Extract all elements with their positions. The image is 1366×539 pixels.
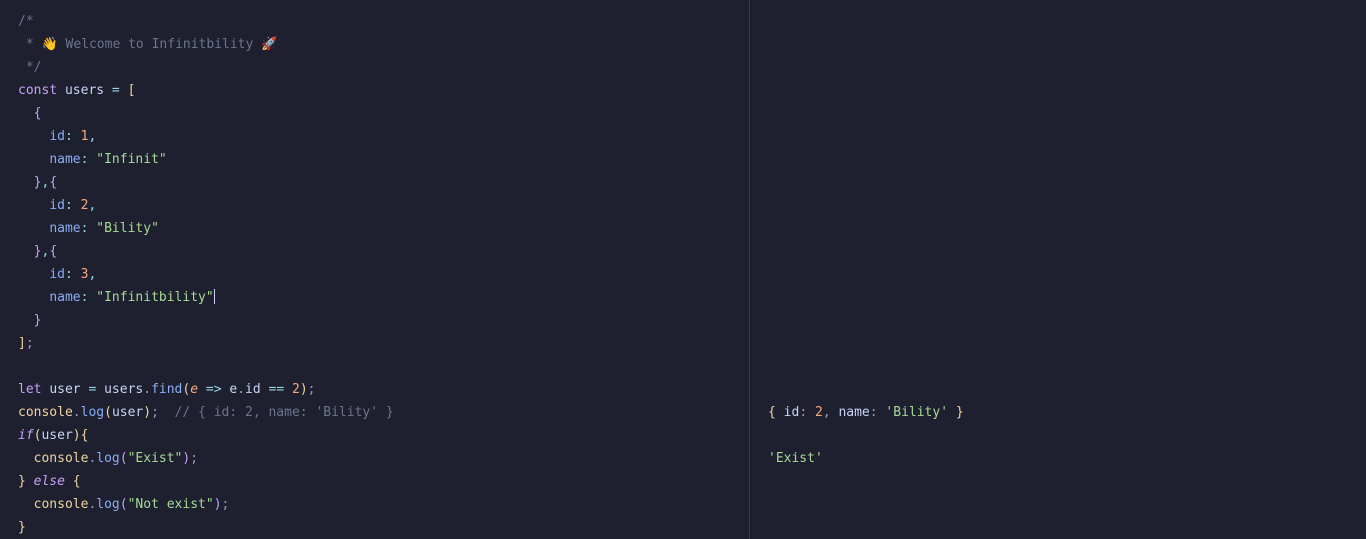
code-line: id: 1, xyxy=(18,125,749,148)
code-line: */ xyxy=(18,56,749,79)
code-line: * 👋 Welcome to Infinitbility 🚀 xyxy=(18,33,749,56)
code-line: } xyxy=(18,309,749,332)
code-line: if(user){ xyxy=(18,424,749,447)
code-line: name: "Infinit" xyxy=(18,148,749,171)
output-line xyxy=(768,332,1366,355)
code-line: },{ xyxy=(18,171,749,194)
output-line xyxy=(768,217,1366,240)
code-line: console.log(user); // { id: 2, name: 'Bi… xyxy=(18,401,749,424)
output-line xyxy=(768,148,1366,171)
output-line xyxy=(768,102,1366,125)
code-line: },{ xyxy=(18,240,749,263)
output-line xyxy=(768,355,1366,378)
code-line: let user = users.find(e => e.id == 2); xyxy=(18,378,749,401)
output-console-pane[interactable]: { id: 2, name: 'Bility' } 'Exist' xyxy=(750,0,1366,539)
code-line: name: "Bility" xyxy=(18,217,749,240)
text-cursor xyxy=(214,289,215,304)
code-line: name: "Infinitbility" xyxy=(18,286,749,309)
output-line xyxy=(768,33,1366,56)
output-line xyxy=(768,263,1366,286)
code-line: /* xyxy=(18,10,749,33)
output-line xyxy=(768,194,1366,217)
code-line: } xyxy=(18,516,749,539)
output-line xyxy=(768,309,1366,332)
code-line: console.log("Exist"); xyxy=(18,447,749,470)
code-line: id: 3, xyxy=(18,263,749,286)
output-line xyxy=(768,286,1366,309)
code-line xyxy=(18,355,749,378)
output-line xyxy=(768,240,1366,263)
code-line: { xyxy=(18,102,749,125)
code-editor-pane[interactable]: /* * 👋 Welcome to Infinitbility 🚀 */ con… xyxy=(0,0,750,539)
code-line: console.log("Not exist"); xyxy=(18,493,749,516)
output-line xyxy=(768,424,1366,447)
code-line: } else { xyxy=(18,470,749,493)
output-line xyxy=(768,171,1366,194)
output-line xyxy=(768,10,1366,33)
code-line: id: 2, xyxy=(18,194,749,217)
output-line xyxy=(768,125,1366,148)
output-line: { id: 2, name: 'Bility' } xyxy=(768,401,1366,424)
code-line: ]; xyxy=(18,332,749,355)
output-line xyxy=(768,378,1366,401)
code-line: const users = [ xyxy=(18,79,749,102)
output-line xyxy=(768,79,1366,102)
output-line: 'Exist' xyxy=(768,447,1366,470)
output-line xyxy=(768,56,1366,79)
